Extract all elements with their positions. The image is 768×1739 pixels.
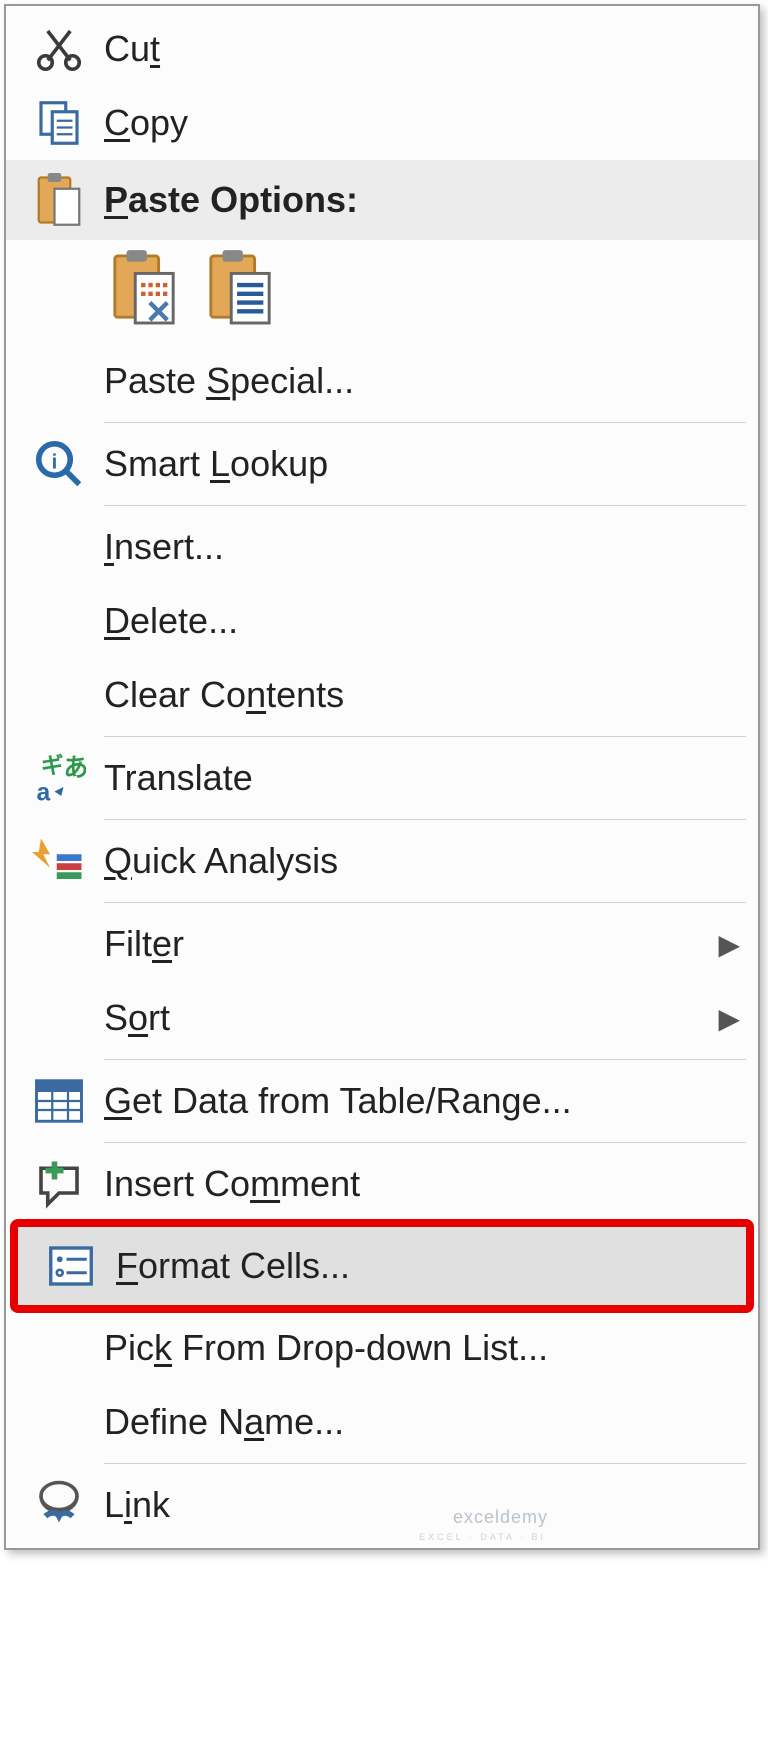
search-icon: i	[14, 437, 104, 491]
separator	[104, 1059, 746, 1060]
svg-text:a: a	[37, 780, 51, 806]
watermark-sub: EXCEL · DATA · BI	[419, 1532, 546, 1542]
menu-item-translate[interactable]: ギあa Translate	[6, 741, 758, 815]
menu-item-smart-lookup[interactable]: i Smart Lookup	[6, 427, 758, 501]
submenu-arrow-icon: ▶	[700, 928, 740, 961]
label: Pick From Drop-down List...	[104, 1327, 548, 1369]
label: Quick Analysis	[104, 840, 338, 882]
svg-text:i: i	[52, 452, 58, 474]
copy-icon	[14, 96, 104, 150]
separator	[104, 1463, 746, 1464]
menu-item-delete[interactable]: Delete...	[6, 584, 758, 658]
label: Insert...	[104, 526, 224, 568]
label: Cut	[104, 28, 160, 70]
link-icon	[14, 1478, 104, 1532]
label: Translate	[104, 757, 253, 799]
separator	[104, 736, 746, 737]
separator	[104, 902, 746, 903]
separator	[104, 422, 746, 423]
label: Paste Options:	[104, 179, 358, 221]
menu-item-paste-special[interactable]: Paste Special...	[6, 344, 758, 418]
menu-item-filter[interactable]: Filter ▶	[6, 907, 758, 981]
menu-item-insert-comment[interactable]: Insert Comment	[6, 1147, 758, 1221]
quick-analysis-icon	[14, 834, 104, 888]
label: Define Name...	[104, 1401, 344, 1443]
menu-header-paste-options: Paste Options:	[6, 160, 758, 240]
label: Filter	[104, 923, 184, 965]
paste-option-values[interactable]	[200, 248, 280, 328]
format-cells-icon	[26, 1239, 116, 1293]
separator	[104, 505, 746, 506]
clipboard-icon	[14, 170, 104, 230]
svg-text:ギ: ギ	[41, 754, 64, 779]
menu-item-pick-dropdown[interactable]: Pick From Drop-down List...	[6, 1311, 758, 1385]
menu-item-link[interactable]: Link exceldemy EXCEL · DATA · BI	[6, 1468, 758, 1542]
translate-icon: ギあa	[14, 751, 104, 805]
label: Get Data from Table/Range...	[104, 1080, 572, 1122]
svg-text:あ: あ	[64, 755, 87, 782]
highlight-box: Format Cells...	[10, 1219, 754, 1313]
label: Smart Lookup	[104, 443, 328, 485]
menu-item-define-name[interactable]: Define Name...	[6, 1385, 758, 1459]
menu-item-insert[interactable]: Insert...	[6, 510, 758, 584]
watermark: exceldemy	[453, 1507, 548, 1528]
label: Format Cells...	[116, 1245, 350, 1287]
paste-option-paste[interactable]	[104, 248, 184, 328]
menu-item-copy[interactable]: Copy	[6, 86, 758, 160]
label: Copy	[104, 102, 188, 144]
comment-icon	[14, 1157, 104, 1211]
label: Clear Contents	[104, 674, 344, 716]
submenu-arrow-icon: ▶	[700, 1002, 740, 1035]
label: Delete...	[104, 600, 238, 642]
menu-item-sort[interactable]: Sort ▶	[6, 981, 758, 1055]
menu-item-cut[interactable]: Cut	[6, 12, 758, 86]
menu-item-quick-analysis[interactable]: Quick Analysis	[6, 824, 758, 898]
label: Insert Comment	[104, 1163, 360, 1205]
menu-item-clear-contents[interactable]: Clear Contents	[6, 658, 758, 732]
scissors-icon	[14, 22, 104, 76]
paste-options-row	[6, 240, 758, 344]
table-icon	[14, 1074, 104, 1128]
separator	[104, 1142, 746, 1143]
context-menu: Cut Copy Paste Options: Paste Special...…	[4, 4, 760, 1550]
menu-item-format-cells[interactable]: Format Cells...	[18, 1227, 746, 1305]
label: Link	[104, 1484, 170, 1526]
label: Sort	[104, 997, 170, 1039]
label: Paste Special...	[104, 360, 354, 402]
separator	[104, 819, 746, 820]
menu-item-get-data[interactable]: Get Data from Table/Range...	[6, 1064, 758, 1138]
